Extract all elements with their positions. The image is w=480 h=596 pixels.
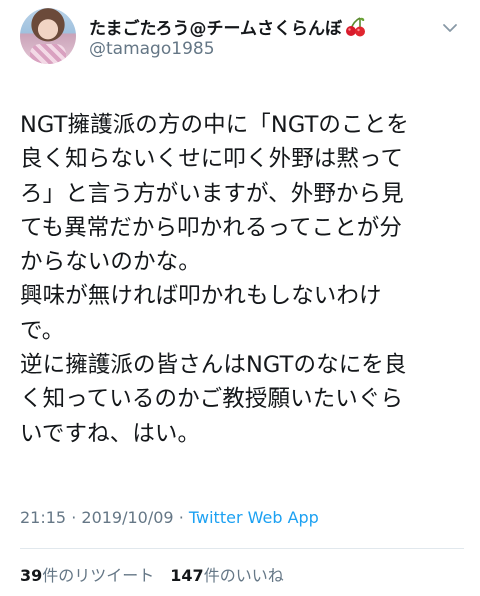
retweet-stat[interactable]: 39件のリツイート xyxy=(20,562,154,586)
tweet-time[interactable]: 21:15 xyxy=(20,508,66,527)
author-name-row[interactable]: たまごたろう@チームさくらんぼ xyxy=(89,14,367,39)
meta-separator: · xyxy=(71,508,77,527)
avatar[interactable] xyxy=(20,8,76,64)
author-handle[interactable]: @tamago1985 xyxy=(89,39,215,59)
meta-separator: · xyxy=(178,508,184,527)
like-label: 件のいいね xyxy=(203,566,284,585)
tweet-stats: 39件のリツイート 147件のいいね xyxy=(20,562,284,586)
retweet-count: 39 xyxy=(20,566,43,585)
chevron-down-icon[interactable] xyxy=(442,20,458,36)
avatar-kimono xyxy=(30,44,66,64)
like-count: 147 xyxy=(170,566,204,585)
tweet-card: たまごたろう@チームさくらんぼ @tamago1985 NGT擁護派の方の中に「… xyxy=(0,0,480,596)
tweet-text: NGT擁護派の方の中に「NGTのことを 良く知らないくせに叩く外野は黙って ろ」… xyxy=(20,112,409,447)
tweet-meta: 21:15 · 2019/10/09 · Twitter Web App xyxy=(20,508,319,527)
retweet-label: 件のリツイート xyxy=(42,566,155,585)
tweet-source-app[interactable]: Twitter Web App xyxy=(189,508,319,527)
author-display-name[interactable]: たまごたろう@チームさくらんぼ xyxy=(89,14,342,39)
divider xyxy=(20,548,464,549)
cherries-icon xyxy=(345,16,365,36)
tweet-date[interactable]: 2019/10/09 xyxy=(81,508,173,527)
like-stat[interactable]: 147件のいいね xyxy=(170,562,283,586)
